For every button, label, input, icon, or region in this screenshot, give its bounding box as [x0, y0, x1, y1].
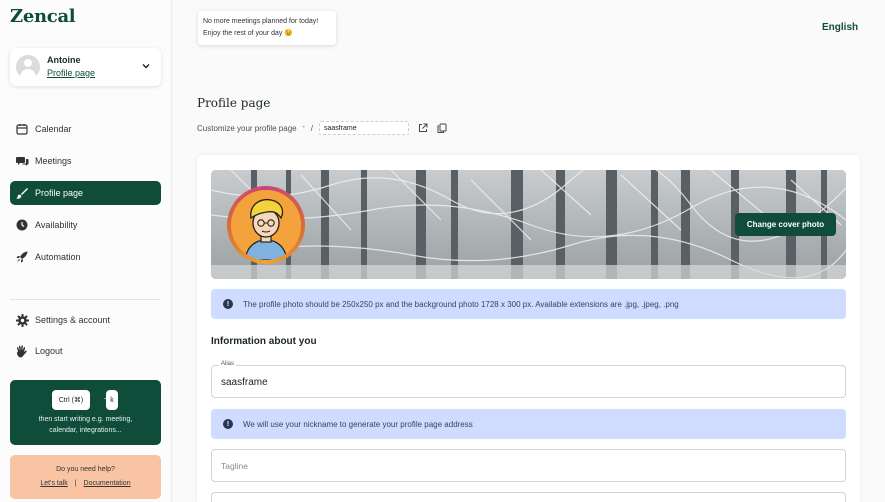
- sidebar-item-label: Profile page: [35, 188, 84, 198]
- info-icon: !: [223, 299, 233, 309]
- sidebar-divider: [10, 299, 161, 300]
- waving-hand-icon: [15, 344, 29, 358]
- next-field[interactable]: [211, 492, 846, 502]
- help-card: Do you need help? Let's talk | Documenta…: [10, 455, 161, 499]
- profile-photo[interactable]: [231, 190, 301, 260]
- user-name: Antoine: [47, 55, 81, 65]
- sidebar-item-label: Settings & account: [35, 315, 111, 325]
- shortcut-hint-line2: calendar, integrations...: [49, 427, 122, 434]
- sidebar-item-profile-page[interactable]: Profile page: [10, 181, 161, 205]
- sidebar-item-label: Automation: [35, 252, 81, 262]
- k-key: k: [106, 390, 118, 410]
- alias-input[interactable]: [221, 374, 821, 390]
- app-logo[interactable]: Zencal: [10, 6, 76, 27]
- photo-size-info: ! The profile photo should be 250x250 px…: [211, 289, 846, 319]
- help-links: Let's talk | Documentation: [10, 480, 161, 487]
- breadcrumb-slash: /: [310, 123, 313, 133]
- calendar-icon: [15, 122, 29, 136]
- sidebar-item-settings[interactable]: Settings & account: [10, 308, 161, 332]
- sidebar-item-automation[interactable]: Automation: [10, 245, 161, 269]
- breadcrumb: Customize your profile page • /: [197, 121, 447, 135]
- sidebar-item-label: Meetings: [35, 156, 72, 166]
- notice-line2: Enjoy the rest of your day 😉: [203, 30, 294, 37]
- alias-field[interactable]: Alias: [211, 361, 846, 398]
- profile-page-link[interactable]: Profile page: [47, 68, 95, 78]
- info-icon: !: [223, 419, 233, 429]
- alias-label: Alias: [219, 361, 237, 367]
- rocket-icon: [15, 250, 29, 264]
- profile-slug-input[interactable]: [318, 121, 409, 135]
- avatar-illustration: [231, 190, 301, 260]
- tagline-field[interactable]: [211, 449, 846, 482]
- sidebar: Zencal Antoine Profile page Calendar Mee…: [0, 0, 172, 502]
- chevron-down-icon[interactable]: [141, 61, 151, 71]
- copy-icon[interactable]: [437, 123, 447, 133]
- sidebar-item-label: Calendar: [35, 124, 72, 134]
- tagline-input[interactable]: [221, 458, 821, 474]
- sidebar-item-availability[interactable]: Availability: [10, 213, 161, 237]
- documentation-link[interactable]: Documentation: [84, 480, 131, 487]
- chat-bubbles-icon: [15, 154, 29, 168]
- avatar: [16, 55, 40, 79]
- breadcrumb-label: Customize your profile page: [197, 123, 297, 133]
- breadcrumb-dot: •: [302, 125, 305, 131]
- sidebar-item-label: Availability: [35, 220, 78, 230]
- alias-info: ! We will use your nickname to generate …: [211, 409, 846, 439]
- shortcut-card: Ctrl (⌘) + k then start writing e.g. mee…: [10, 380, 161, 445]
- user-menu[interactable]: Antoine Profile page: [10, 48, 161, 86]
- page-title: Profile page: [197, 96, 271, 110]
- lets-talk-link[interactable]: Let's talk: [40, 480, 67, 487]
- change-cover-photo-button[interactable]: Change cover photo: [735, 213, 836, 236]
- help-title: Do you need help?: [56, 466, 115, 473]
- sidebar-item-label: Logout: [35, 346, 63, 356]
- ctrl-key: Ctrl (⌘): [52, 390, 90, 410]
- open-external-icon[interactable]: [418, 123, 428, 133]
- sidebar-item-calendar[interactable]: Calendar: [10, 117, 161, 141]
- gear-icon: [15, 313, 29, 327]
- sidebar-item-meetings[interactable]: Meetings: [10, 149, 161, 173]
- paintbrush-icon: [15, 186, 29, 200]
- notice-line1: No more meetings planned for today!: [203, 18, 319, 25]
- alias-info-text: We will use your nickname to generate yo…: [243, 419, 473, 429]
- shortcut-hint-line1: then start writing e.g. meeting,: [38, 416, 133, 423]
- photo-size-info-text: The profile photo should be 250x250 px a…: [243, 299, 679, 309]
- shortcut-hint: then start writing e.g. meeting, calenda…: [10, 414, 161, 436]
- clock-icon: [15, 218, 29, 232]
- daily-notice: No more meetings planned for today! Enjo…: [198, 11, 336, 45]
- sidebar-item-logout[interactable]: Logout: [10, 339, 161, 363]
- language-selector[interactable]: English: [822, 22, 858, 33]
- section-title-about-you: Information about you: [211, 336, 317, 347]
- help-separator: |: [74, 480, 77, 487]
